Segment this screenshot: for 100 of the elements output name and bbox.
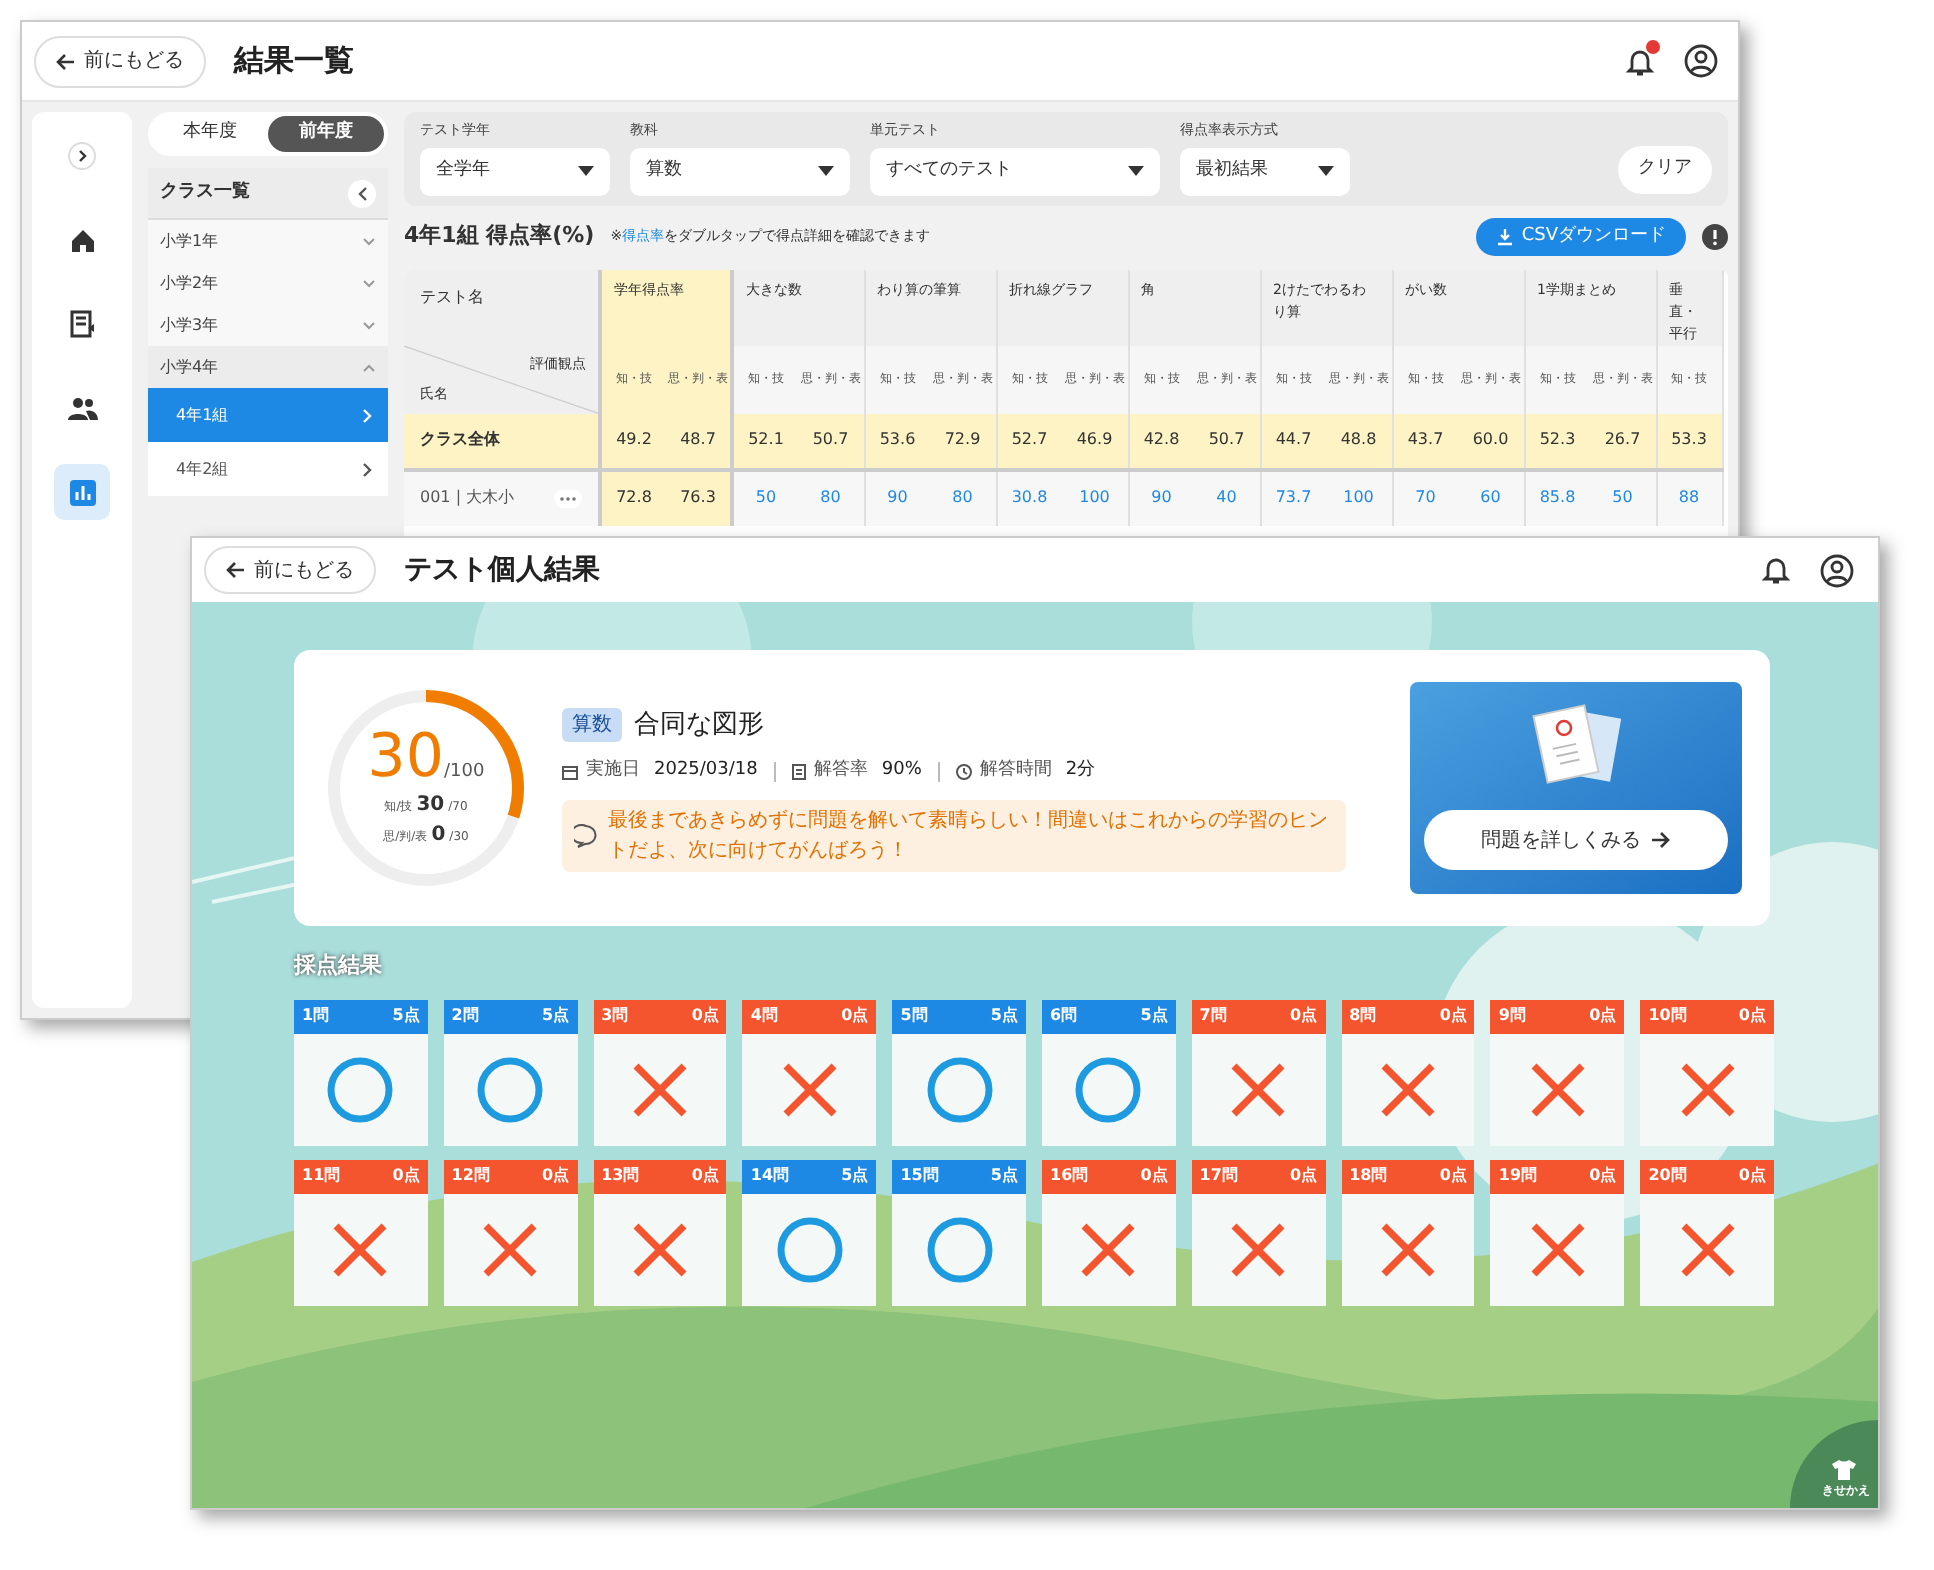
home-icon — [69, 227, 95, 253]
table-cell[interactable]: 80 — [930, 469, 996, 525]
table-cell[interactable]: 100 — [1062, 469, 1128, 525]
document-icon — [791, 763, 806, 780]
question-number: 1問 — [302, 1004, 330, 1028]
chevron-right-icon — [362, 461, 372, 477]
grade-item[interactable]: 小学3年 — [148, 304, 388, 346]
question-number: 19問 — [1498, 1164, 1538, 1188]
expand-icon — [68, 142, 96, 170]
table-cell: 60.0 — [1458, 413, 1524, 469]
question-points: 0点 — [1589, 1004, 1617, 1028]
question-points: 5点 — [392, 1004, 420, 1028]
clock-icon — [955, 763, 972, 780]
meta-label: 解答率 — [813, 758, 868, 784]
clear-button[interactable]: クリア — [1618, 145, 1712, 193]
account-icon[interactable] — [1820, 553, 1854, 587]
table-cell: 50.7 — [798, 413, 864, 469]
page-title: 結果一覧 — [234, 40, 354, 83]
table-cell[interactable]: 85.8 — [1524, 469, 1590, 525]
info-icon[interactable] — [1702, 224, 1728, 250]
table-cell[interactable]: 90 — [1128, 469, 1194, 525]
question-points: 5点 — [542, 1004, 570, 1028]
question-points: 5点 — [841, 1164, 869, 1188]
table-cell: 43.7 — [1392, 413, 1458, 469]
filter-dropdown[interactable]: 算数 — [630, 147, 850, 195]
question-points: 0点 — [542, 1164, 570, 1188]
chevron-right-icon — [362, 407, 372, 423]
year-tab[interactable]: 前年度 — [268, 116, 384, 152]
table-cell[interactable]: 70 — [1392, 469, 1458, 525]
bar-chart-icon — [69, 479, 95, 505]
table-cell[interactable]: 30.8 — [996, 469, 1062, 525]
table-cell[interactable]: 50 — [732, 469, 798, 525]
account-icon[interactable] — [1684, 44, 1718, 78]
question-number: 6問 — [1050, 1004, 1078, 1028]
cross-mark-icon — [629, 1219, 690, 1279]
table-cell: 26.7 — [1590, 413, 1656, 469]
question-number: 10問 — [1648, 1004, 1687, 1028]
table-cell: 52.3 — [1524, 413, 1590, 469]
table-cell[interactable]: 76.3 — [666, 469, 732, 525]
table-cell[interactable]: 72.8 — [600, 469, 666, 525]
notification-button[interactable] — [1624, 45, 1656, 77]
back-button[interactable]: 前にもどる — [34, 35, 206, 87]
circle-mark-icon — [476, 1055, 545, 1123]
back-button[interactable]: 前にもどる — [204, 546, 376, 594]
filter-dropdown[interactable]: 最初結果 — [1180, 147, 1350, 195]
speech-bubble-icon — [574, 823, 598, 847]
meta-label: 解答時間 — [979, 758, 1052, 784]
table-cell[interactable]: 88 — [1656, 469, 1722, 525]
table-cell: 46.9 — [1062, 413, 1128, 469]
table-cell: 52.7 — [996, 413, 1062, 469]
question-points: 0点 — [1140, 1164, 1168, 1188]
score-value: 30 — [367, 726, 444, 790]
class-item[interactable]: 4年2組 — [148, 442, 388, 496]
question-number: 9問 — [1498, 1004, 1526, 1028]
page-title: テスト個人結果 — [404, 551, 600, 589]
table-cell: 72.9 — [930, 413, 996, 469]
question-points: 0点 — [1738, 1164, 1766, 1188]
grade-item[interactable]: 小学1年 — [148, 220, 388, 262]
table-cell[interactable]: 80 — [798, 469, 864, 525]
year-tab[interactable]: 本年度 — [152, 116, 268, 152]
filter-dropdown[interactable]: 全学年 — [420, 147, 610, 195]
table-title: 4年1組 得点率(%) — [404, 220, 595, 253]
book-icon — [69, 310, 95, 338]
table-cell[interactable]: 60 — [1458, 469, 1524, 525]
csv-download-button[interactable]: CSVダウンロード — [1475, 218, 1686, 256]
question-points: 0点 — [1439, 1164, 1467, 1188]
cross-mark-icon — [1228, 1059, 1289, 1119]
table-cell[interactable]: 73.7 — [1260, 469, 1326, 525]
caret-icon — [1128, 166, 1144, 176]
score-total: /100 — [443, 760, 485, 786]
encouragement-message: 最後まであきらめずに問題を解いて素晴らしい！間違いはこれからの学習のヒントだよ、次に向けてがんばろう！ — [608, 807, 1330, 865]
notification-icon[interactable] — [1760, 554, 1792, 586]
question-number: 3問 — [601, 1004, 629, 1028]
detail-button[interactable]: 問題を詳しくみる — [1423, 810, 1728, 870]
meta-value: 90% — [881, 758, 922, 784]
breakdown-value: 0 — [431, 822, 446, 850]
class-item[interactable]: 4年1組 — [148, 388, 388, 442]
grade-item[interactable]: 小学2年 — [148, 262, 388, 304]
table-cell: 48.8 — [1326, 413, 1392, 469]
table-cell[interactable]: 100 — [1326, 469, 1392, 525]
more-icon[interactable] — [554, 489, 582, 507]
question-number: 20問 — [1648, 1164, 1687, 1188]
table-cell[interactable]: 40 — [1194, 469, 1260, 525]
question-number: 2問 — [451, 1004, 479, 1028]
collapse-button[interactable] — [348, 179, 376, 207]
table-cell: 44.7 — [1260, 413, 1326, 469]
back-arrow-icon — [226, 560, 246, 580]
grade-item[interactable]: 小学4年 — [148, 346, 388, 388]
question-points: 0点 — [1290, 1004, 1318, 1028]
caret-icon — [1318, 166, 1334, 176]
results-title: 採点結果 — [294, 950, 382, 982]
chevron-up-icon — [362, 363, 376, 371]
chevron-down-icon — [362, 321, 376, 329]
filter-dropdown[interactable]: すべてのテスト — [870, 147, 1160, 195]
question-number: 14問 — [750, 1164, 790, 1188]
table-cell[interactable]: 90 — [864, 469, 930, 525]
table-cell[interactable]: 50 — [1590, 469, 1656, 525]
question-number: 13問 — [601, 1164, 640, 1188]
meta-value: 2025/03/18 — [654, 758, 758, 784]
question-number: 17問 — [1199, 1164, 1238, 1188]
